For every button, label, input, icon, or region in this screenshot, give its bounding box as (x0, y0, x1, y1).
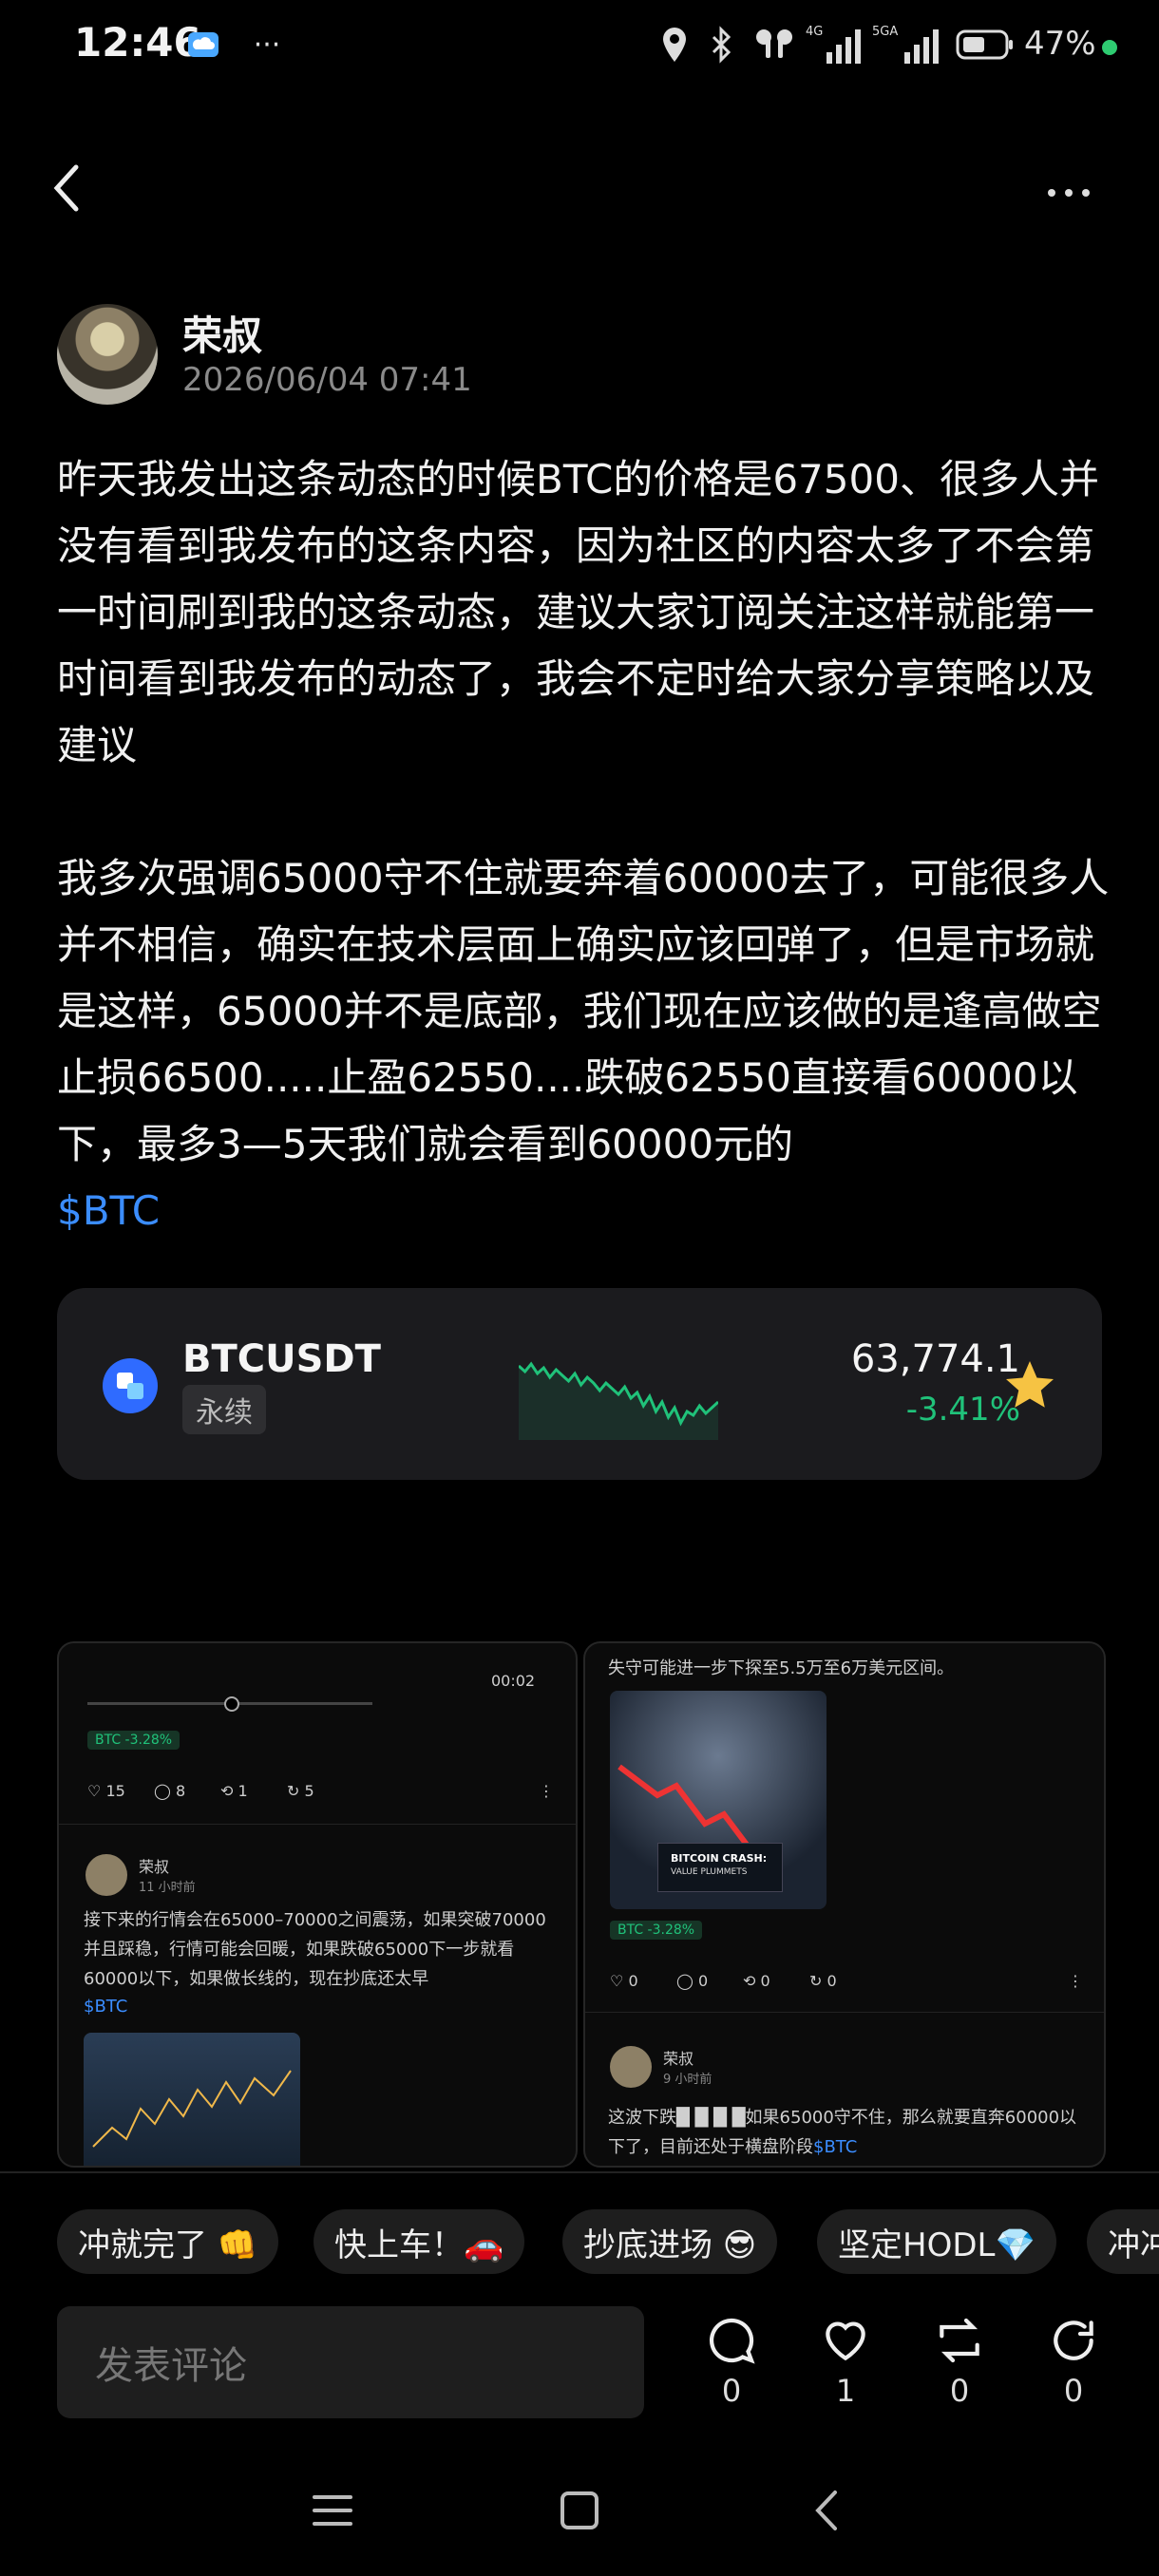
more-options-button[interactable] (1026, 160, 1112, 226)
contract-badge: 永续 (182, 1385, 266, 1434)
status-time: 12:46 (74, 19, 201, 66)
ticker-card[interactable]: BTCUSDT 永续 63,774.1 -3.41% (57, 1288, 1102, 1480)
dot (1048, 189, 1055, 197)
like-button[interactable]: 1 (812, 2314, 879, 2409)
repost-button[interactable]: 0 (926, 2314, 993, 2409)
mini-repost-count: ⟲ 0 (743, 1972, 770, 1990)
more-notifications-icon: ··· (253, 28, 281, 62)
mini-like-count: ♡ 15 (87, 1782, 125, 1800)
heart-icon (826, 2321, 865, 2361)
share-count: 0 (1063, 2373, 1084, 2409)
post-paragraph: 我多次强调65000守不住就要奔着60000去了，可能很多人并不相信，确实在技术… (57, 855, 1110, 1167)
comment-icon (709, 2318, 755, 2364)
mini-time: 9 小时前 (663, 2073, 712, 2087)
mini-like-count: ♡ 0 (610, 1972, 638, 1990)
share-button[interactable]: 0 (1040, 2314, 1107, 2409)
battery-icon (954, 21, 1016, 68)
mini-comment-count: ◯ 8 (154, 1782, 186, 1800)
mini-post-text: 这波下跌█ █ █ █如果65000守不住，那么就要直奔60000以下了，目前还… (608, 2108, 1077, 2157)
signal-4g-icon: 4G (806, 21, 866, 68)
ticker-symbol: BTCUSDT (182, 1337, 381, 1381)
mini-share-count: ↻ 5 (287, 1782, 314, 1800)
ticker-change: -3.41% (905, 1391, 1020, 1429)
cloud-icon (184, 21, 222, 68)
attached-image-2[interactable]: 失守可能进一步下探至5.5万至6万美元区间。 BITCOIN CRASH: VA… (583, 1641, 1106, 2168)
mini-tag: $BTC (84, 1997, 128, 2017)
mini-top-text: 失守可能进一步下探至5.5万至6万美元区间。 (608, 1658, 955, 1678)
svg-text:5GA: 5GA (872, 25, 898, 39)
progress-thumb (224, 1696, 239, 1712)
attached-image-1[interactable]: 00:02 BTC -3.28% ♡ 15 ◯ 8 ⟲ 1 ↻ 5 ⋮ 荣叔 1… (57, 1641, 578, 2168)
mini-time: 11 小时前 (139, 1881, 196, 1895)
mini-more-icon: ⋮ (1068, 1972, 1083, 1990)
image-caption: BITCOIN CRASH: (671, 1852, 768, 1865)
mini-ticker-badge: BTC -3.28% (610, 1921, 703, 1940)
quick-reply-chip[interactable]: 冲就完了 👊 (57, 2209, 279, 2274)
post-date: 2026/06/04 07:41 (182, 361, 472, 399)
share-icon (1054, 2320, 1093, 2360)
location-icon (656, 21, 694, 68)
mini-share-count: ↻ 0 (809, 1972, 837, 1990)
comment-count: 0 (721, 2373, 742, 2409)
post-paragraph: 昨天我发出这条动态的时候BTC的价格是67500、很多人并没有看到我发布的这条内… (57, 456, 1099, 768)
chevron-left-icon (53, 164, 79, 212)
mini-repost-count: ⟲ 1 (220, 1782, 248, 1800)
back-button[interactable] (48, 160, 114, 226)
mini-chart-image (84, 2033, 300, 2166)
comment-input[interactable]: 发表评论 (57, 2306, 644, 2418)
price-sparkline (519, 1361, 718, 1440)
mini-more-icon: ⋮ (539, 1782, 554, 1800)
author-avatar[interactable] (57, 304, 158, 405)
repost-count: 0 (949, 2373, 970, 2409)
svg-text:4G: 4G (806, 25, 823, 39)
exchange-logo-icon (103, 1358, 158, 1413)
square-icon (560, 2491, 598, 2529)
mini-comment-count: ◯ 0 (676, 1972, 709, 1990)
mini-post-text: 接下来的行情会在65000–70000之间震荡，如果突破70000并且踩稳，行情… (84, 1910, 546, 1989)
earbuds-icon (750, 21, 798, 68)
triangle-back-icon (815, 2491, 837, 2530)
quick-reply-chip[interactable]: 冲冲 (1087, 2209, 1159, 2274)
dot (1082, 189, 1090, 197)
bluetooth-icon (703, 21, 741, 68)
mini-ticker-badge: BTC -3.28% (87, 1731, 180, 1750)
quick-reply-chip[interactable]: 抄底进场 😎 (562, 2209, 778, 2274)
quick-reply-chip[interactable]: 坚定HODL💎 (817, 2209, 1056, 2274)
like-count: 1 (835, 2373, 856, 2409)
battery-percent: 47% (1024, 25, 1096, 63)
post-body: 昨天我发出这条动态的时候BTC的价格是67500、很多人并没有看到我发布的这条内… (57, 446, 1112, 1244)
status-dot (1102, 40, 1117, 55)
divider (0, 2171, 1159, 2173)
bitcoin-crash-image: BITCOIN CRASH: VALUE PLUMMETS (610, 1691, 826, 1909)
dot (1065, 189, 1073, 197)
image-caption-sub: VALUE PLUMMETS (671, 1867, 748, 1877)
mini-avatar (86, 1854, 127, 1896)
mini-avatar (610, 2046, 652, 2088)
video-timer: 00:02 (491, 1672, 536, 1690)
repost-icon (940, 2318, 979, 2363)
star-icon[interactable] (1001, 1356, 1058, 1413)
status-bar: 12:46 ··· 4G 5GA 47% (0, 0, 1159, 91)
system-back-button[interactable] (793, 2477, 860, 2544)
quick-reply-chip[interactable]: 快上车！🚗 (314, 2209, 525, 2274)
btc-hashtag-link[interactable]: $BTC (57, 1187, 160, 1234)
menu-icon (313, 2495, 352, 2526)
mini-author: 荣叔 (139, 1858, 170, 1876)
signal-5g-icon: 5GA (872, 21, 944, 68)
mini-author: 荣叔 (663, 2050, 694, 2068)
recent-apps-button[interactable] (299, 2477, 366, 2544)
home-button[interactable] (546, 2477, 613, 2544)
ticker-price: 63,774.1 (850, 1337, 1020, 1381)
comment-button[interactable]: 0 (698, 2314, 765, 2409)
author-name[interactable]: 荣叔 (182, 304, 262, 362)
